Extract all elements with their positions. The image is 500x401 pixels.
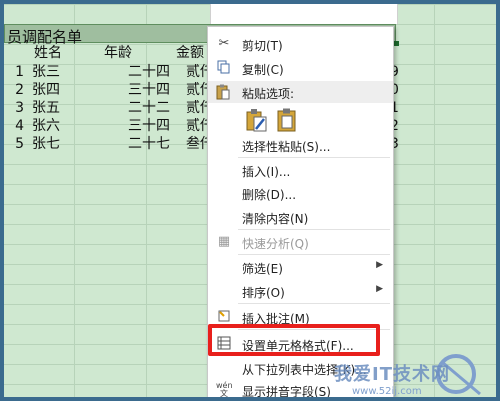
paste-values-button[interactable]	[274, 107, 300, 133]
submenu-arrow-icon: ▶	[376, 260, 383, 270]
row-age[interactable]: 三十四	[128, 117, 170, 135]
paste-brush-icon	[246, 109, 267, 132]
menu-separator	[238, 157, 390, 158]
menu-separator	[238, 254, 390, 255]
row-index[interactable]: 3	[8, 99, 24, 117]
paste-clipboard-icon	[277, 108, 296, 132]
watermark-url: www.52ij.com	[352, 386, 422, 397]
row-name[interactable]: 张三	[32, 63, 60, 81]
menu-item-sort[interactable]: 排序(O) ▶	[208, 280, 393, 302]
header-age[interactable]: 年龄	[104, 44, 132, 62]
submenu-arrow-icon: ▶	[376, 284, 383, 294]
scissors-icon: ✂	[218, 36, 230, 51]
paste-icon	[216, 84, 230, 104]
mini-toolbar-edge	[210, 4, 398, 24]
watermark-text: 我爱IT技术网	[334, 364, 450, 385]
row-index[interactable]: 1	[8, 63, 24, 81]
row-age[interactable]: 二十七	[128, 135, 170, 153]
format-cells-highlight-box	[208, 324, 380, 356]
paste-options-header: 粘贴选项:	[208, 81, 393, 103]
phonetic-icon: wén 文	[216, 381, 233, 398]
row-age[interactable]: 二十四	[128, 63, 170, 81]
menu-item-delete[interactable]: 删除(D)...	[208, 182, 393, 204]
quick-analysis-icon: ▦	[217, 234, 231, 249]
menu-separator	[238, 303, 390, 304]
row-index[interactable]: 5	[8, 135, 24, 153]
paste-keep-source-button[interactable]	[244, 107, 270, 133]
menu-item-insert[interactable]: 插入(I)...	[208, 159, 393, 181]
menu-separator	[238, 229, 390, 230]
header-name[interactable]: 姓名	[34, 44, 62, 62]
row-index[interactable]: 2	[8, 81, 24, 99]
row-name[interactable]: 张七	[32, 135, 60, 153]
header-amount[interactable]: 金额	[176, 44, 204, 62]
row-name[interactable]: 张六	[32, 117, 60, 135]
menu-item-cut[interactable]: ✂ 剪切(T)	[208, 33, 393, 55]
row-index[interactable]: 4	[8, 117, 24, 135]
row-name[interactable]: 张四	[32, 81, 60, 99]
copy-icon	[216, 60, 232, 76]
comment-icon	[216, 309, 232, 325]
menu-item-copy[interactable]: 复制(C)	[208, 57, 393, 79]
row-age[interactable]: 三十四	[128, 81, 170, 99]
row-age[interactable]: 二十二	[128, 99, 170, 117]
row-name[interactable]: 张五	[32, 99, 60, 117]
menu-item-filter[interactable]: 筛选(E) ▶	[208, 256, 393, 278]
screenshot-frame: 员调配名单 姓名 年龄 金额 1 张三 二十四 贰仟 9 2 张四 三十四 贰仟…	[0, 0, 500, 401]
menu-item-clear-contents[interactable]: 清除内容(N)	[208, 206, 393, 228]
fill-handle[interactable]	[394, 41, 399, 46]
menu-item-quick-analysis[interactable]: ▦ 快速分析(Q)	[208, 231, 393, 253]
menu-item-paste-special[interactable]: 选择性粘贴(S)...	[208, 134, 393, 156]
